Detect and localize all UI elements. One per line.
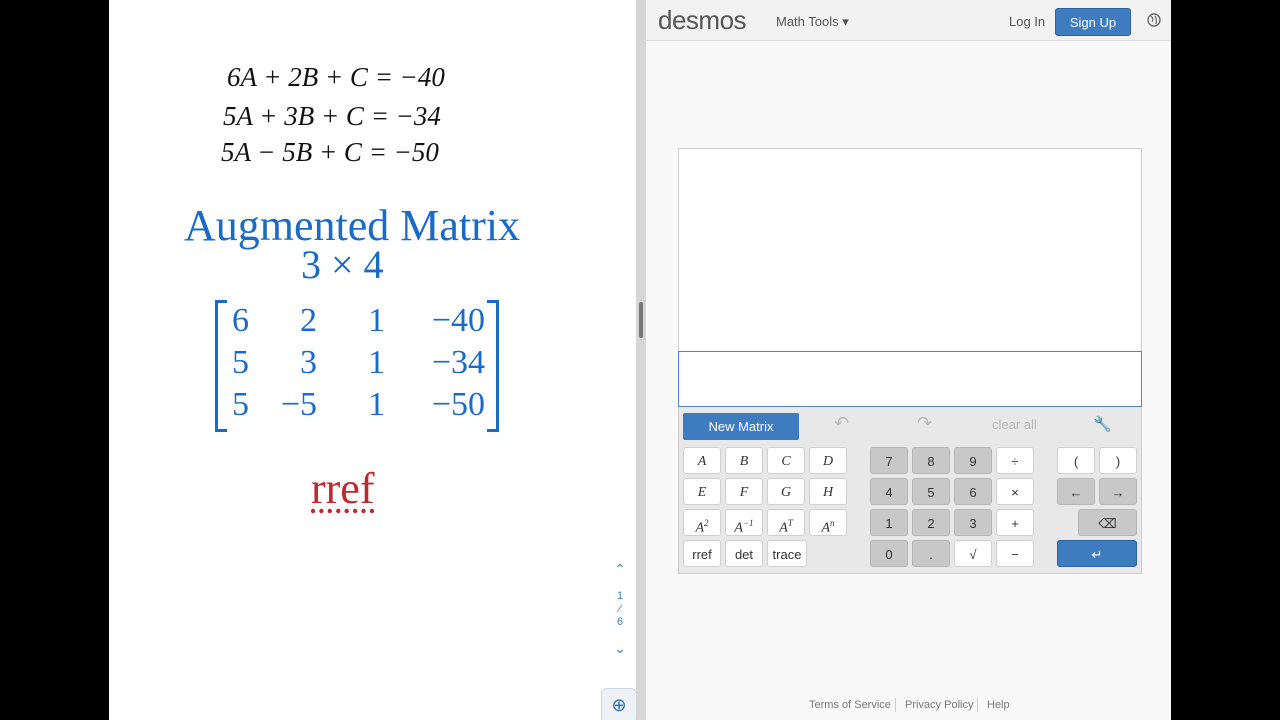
equation-3: 5A − 5B + C = −50	[221, 137, 439, 167]
expression-input[interactable]	[678, 351, 1142, 407]
page-up-icon[interactable]: ⌃	[609, 562, 631, 576]
key-decimal[interactable]: .	[912, 540, 950, 567]
backspace-icon[interactable]: ⌫	[1078, 509, 1137, 536]
key-8[interactable]: 8	[912, 447, 950, 474]
globe-icon[interactable]	[1146, 12, 1162, 28]
rref-label: rref	[311, 464, 375, 513]
arrow-left-icon[interactable]: ←	[1057, 478, 1095, 505]
equation-1: 6A + 2B + C = −40	[227, 62, 445, 92]
footer-separator	[977, 698, 978, 712]
matrix-cell: 6	[232, 302, 249, 339]
undo-icon[interactable]: ↶	[834, 413, 849, 434]
terms-link[interactable]: Terms of Service	[809, 699, 891, 711]
signup-button[interactable]: Sign Up	[1055, 8, 1131, 36]
matrix-cell: −5	[280, 386, 317, 423]
matrix-cell: 5	[232, 386, 249, 423]
footer-separator	[895, 698, 896, 712]
key-7[interactable]: 7	[870, 447, 908, 474]
key-4[interactable]: 4	[870, 478, 908, 505]
divider-grip[interactable]	[639, 302, 643, 338]
key-0[interactable]: 0	[870, 540, 908, 567]
page-separator: ⁄	[619, 603, 621, 615]
equation-2: 5A + 3B + C = −34	[223, 101, 441, 131]
key-close-paren[interactable]: )	[1099, 447, 1137, 474]
matrix-cell: 3	[300, 344, 317, 381]
matrix-cell: 1	[368, 302, 385, 339]
key-3[interactable]: 3	[954, 509, 992, 536]
matrix-cell: 5	[232, 344, 249, 381]
key-d[interactable]: D	[809, 447, 847, 474]
redo-icon[interactable]: ↷	[917, 413, 932, 434]
key-f[interactable]: F	[725, 478, 763, 505]
math-tools-menu[interactable]: Math Tools ▾	[776, 14, 849, 30]
matrix-keypad: New Matrix ↶ ↷ clear all 🔧 A B C D E F G…	[678, 407, 1142, 574]
matrix-display-panel	[678, 148, 1142, 353]
key-2[interactable]: 2	[912, 509, 950, 536]
document-pane: 6A + 2B + C = −40 5A + 3B + C = −34 5A −…	[109, 0, 636, 720]
clear-all-button[interactable]: clear all	[992, 417, 1037, 432]
current-page: 1	[616, 590, 624, 602]
augmented-matrix: 6 2 1 −40 5 3 1 −34 5 −5 1 −50	[215, 300, 499, 432]
key-a-transpose[interactable]: AT	[767, 509, 805, 536]
key-1[interactable]: 1	[870, 509, 908, 536]
key-a-power-n[interactable]: An	[809, 509, 847, 536]
split-divider[interactable]	[636, 0, 646, 720]
key-sqrt[interactable]: √	[954, 540, 992, 567]
arrow-right-icon[interactable]: →	[1099, 478, 1137, 505]
total-pages: 6	[616, 616, 624, 628]
page-down-icon[interactable]: ⌄	[609, 641, 631, 655]
key-open-paren[interactable]: (	[1057, 447, 1095, 474]
key-minus[interactable]: −	[996, 540, 1034, 567]
right-letterbox	[1171, 0, 1280, 720]
key-plus[interactable]: +	[996, 509, 1034, 536]
key-a[interactable]: A	[683, 447, 721, 474]
desmos-pane: desmos Math Tools ▾ Log In Sign Up New M…	[646, 0, 1171, 720]
wrench-icon[interactable]: 🔧	[1093, 415, 1112, 433]
matrix-cell: −34	[431, 344, 485, 381]
key-c[interactable]: C	[767, 447, 805, 474]
key-g[interactable]: G	[767, 478, 805, 505]
key-5[interactable]: 5	[912, 478, 950, 505]
matrix-cell: −40	[431, 302, 485, 339]
matrix-cell: 1	[368, 344, 385, 381]
key-det[interactable]: det	[725, 540, 763, 567]
matrix-dimensions: 3 × 4	[301, 242, 384, 287]
matrix-cell: −50	[431, 386, 485, 423]
key-9[interactable]: 9	[954, 447, 992, 474]
new-matrix-button[interactable]: New Matrix	[683, 413, 799, 440]
right-bracket	[487, 300, 499, 432]
key-h[interactable]: H	[809, 478, 847, 505]
key-trace[interactable]: trace	[767, 540, 807, 567]
enter-icon[interactable]: ↵	[1057, 540, 1137, 567]
help-link[interactable]: Help	[987, 699, 1010, 711]
zoom-in-icon[interactable]: ⊕	[601, 688, 636, 720]
key-rref[interactable]: rref	[683, 540, 721, 567]
key-6[interactable]: 6	[954, 478, 992, 505]
desmos-header: desmos Math Tools ▾ Log In Sign Up	[646, 0, 1171, 41]
key-a-squared[interactable]: A2	[683, 509, 721, 536]
key-e[interactable]: E	[683, 478, 721, 505]
key-multiply[interactable]: ×	[996, 478, 1034, 505]
matrix-cell: 1	[368, 386, 385, 423]
key-divide[interactable]: ÷	[996, 447, 1034, 474]
key-b[interactable]: B	[725, 447, 763, 474]
login-link[interactable]: Log In	[1009, 14, 1045, 29]
page-navigator: ⌃ 1 ⁄ 6 ⌄	[609, 562, 631, 655]
desmos-logo[interactable]: desmos	[658, 5, 747, 36]
privacy-link[interactable]: Privacy Policy	[905, 699, 973, 711]
matrix-cell: 2	[300, 302, 317, 339]
key-a-inverse[interactable]: A−1	[725, 509, 763, 536]
